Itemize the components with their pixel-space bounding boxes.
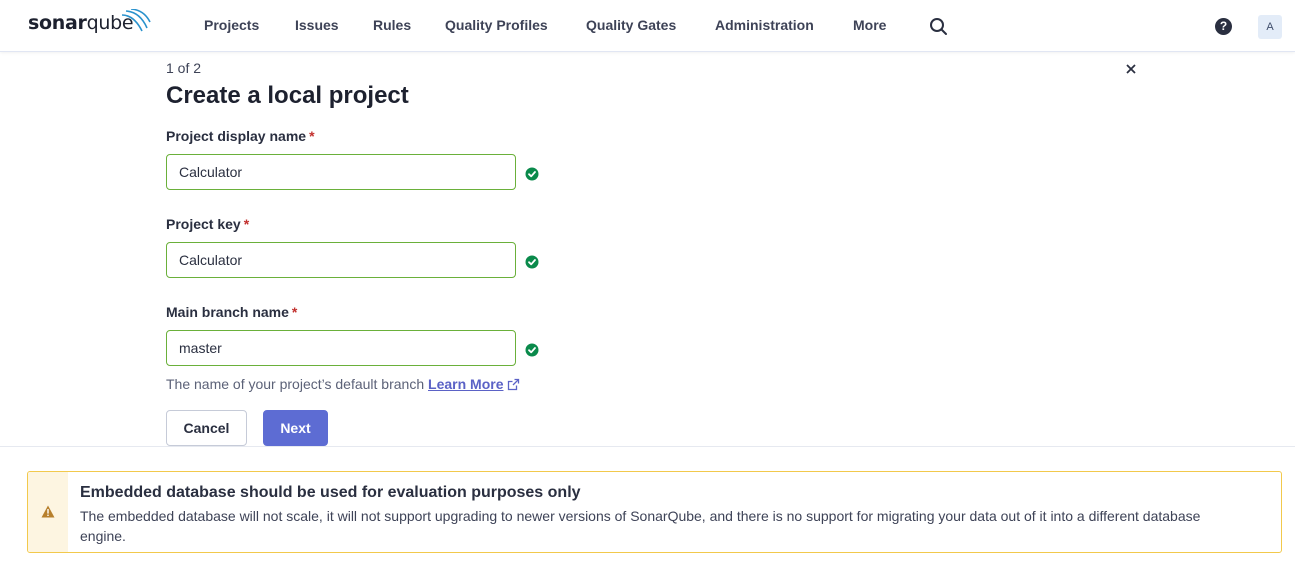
warning-title: Embedded database should be used for eva… xyxy=(80,484,581,501)
embedded-db-warning: Embedded database should be used for eva… xyxy=(27,471,1282,553)
help-icon[interactable]: ? xyxy=(1215,18,1232,35)
nav-more[interactable]: More xyxy=(853,17,886,33)
main-branch-name-input[interactable] xyxy=(166,330,516,366)
nav-rules[interactable]: Rules xyxy=(373,17,411,33)
logo-waves-icon xyxy=(121,9,151,32)
nav-quality-gates[interactable]: Quality Gates xyxy=(586,17,676,33)
nav-administration[interactable]: Administration xyxy=(715,17,814,33)
branch-help-text-content: The name of your project’s default branc… xyxy=(166,376,425,392)
warning-icon xyxy=(41,505,55,523)
search-icon[interactable] xyxy=(929,17,948,41)
nav-projects[interactable]: Projects xyxy=(204,17,259,33)
next-button[interactable]: Next xyxy=(263,410,328,446)
required-marker: * xyxy=(291,304,298,320)
valid-check-icon xyxy=(525,255,539,269)
divider xyxy=(0,446,1295,447)
learn-more-link[interactable]: Learn More xyxy=(428,376,503,392)
project-display-name-label-text: Project display name xyxy=(166,128,307,144)
valid-check-icon xyxy=(525,343,539,357)
top-navbar: sonarqube Projects Issues Rules Quality … xyxy=(0,0,1295,52)
cancel-button[interactable]: Cancel xyxy=(166,410,247,446)
project-key-label: Project key * xyxy=(166,216,249,232)
avatar[interactable]: A xyxy=(1258,15,1282,39)
valid-check-icon xyxy=(525,167,539,181)
project-display-name-label: Project display name * xyxy=(166,128,315,144)
sonarqube-logo[interactable]: sonarqube xyxy=(28,9,151,34)
required-marker: * xyxy=(309,128,315,144)
main-branch-name-label: Main branch name * xyxy=(166,304,297,320)
warning-body: The embedded database will not scale, it… xyxy=(80,508,1201,544)
main-branch-name-label-text: Main branch name xyxy=(166,304,289,320)
branch-help-text: The name of your project’s default branc… xyxy=(166,376,520,394)
external-link-icon[interactable] xyxy=(507,378,520,394)
project-display-name-input[interactable] xyxy=(166,154,516,190)
page-title: Create a local project xyxy=(166,82,409,109)
project-key-label-text: Project key xyxy=(166,216,241,232)
required-marker: * xyxy=(243,216,250,232)
nav-issues[interactable]: Issues xyxy=(295,17,339,33)
warning-sidebar xyxy=(28,472,68,552)
logo-text-bold: sonar xyxy=(28,12,87,34)
step-indicator: 1 of 2 xyxy=(166,60,202,76)
project-key-input[interactable] xyxy=(166,242,516,278)
nav-quality-profiles[interactable]: Quality Profiles xyxy=(445,17,548,33)
close-icon[interactable] xyxy=(1124,62,1138,76)
